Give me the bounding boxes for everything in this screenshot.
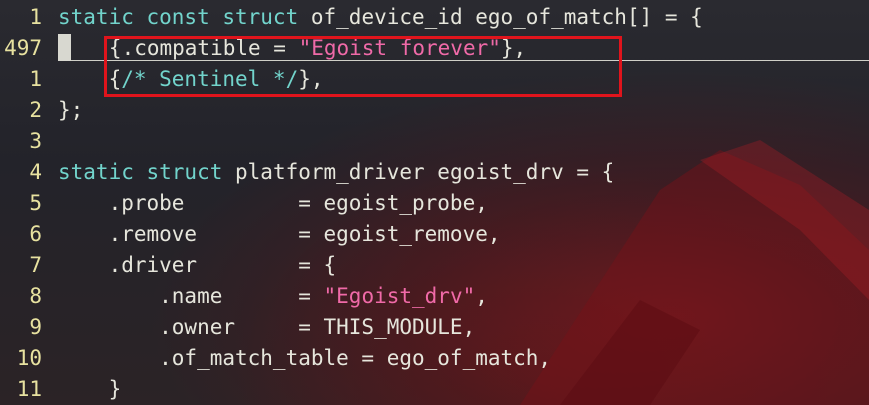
code-token: .remove = egoist_remove,: [58, 222, 501, 246]
code-token: .owner = THIS_MODULE,: [58, 315, 476, 339]
line-number: 1: [29, 67, 42, 91]
keyword-token: static struct: [58, 160, 236, 184]
line-number: 1: [29, 5, 42, 29]
line-number: 8: [29, 284, 42, 308]
code-token: };: [58, 98, 84, 122]
text-cursor: [58, 34, 71, 61]
code-token: .name =: [58, 284, 324, 308]
code-line[interactable]: 6 .remove = egoist_remove,: [0, 219, 501, 250]
code-line[interactable]: 9 .owner = THIS_MODULE,: [0, 312, 475, 343]
code-token: of_device_id ego_of_match[] = {: [310, 5, 703, 29]
highlight-annotation-box: [104, 36, 622, 97]
code-line[interactable]: 2};: [0, 95, 83, 126]
code-token: platform_driver egoist_drv = {: [235, 160, 615, 184]
code-line[interactable]: 1 static const struct of_device_id ego_of…: [0, 2, 703, 33]
line-number: 3: [29, 129, 42, 153]
code-line[interactable]: 5 .probe = egoist_probe,: [0, 188, 488, 219]
line-number: 2: [29, 98, 42, 122]
code-editor[interactable]: 1 static const struct of_device_id ego_of…: [0, 0, 869, 405]
code-line[interactable]: 8 .name = "Egoist_drv",: [0, 281, 488, 312]
code-line[interactable]: 11 }: [0, 374, 122, 405]
line-number: 10: [16, 346, 42, 370]
code-line[interactable]: 3: [0, 126, 58, 157]
code-line[interactable]: 4 static struct platform_driver egoist_dr…: [0, 157, 614, 188]
code-token: .of_match_table = ego_of_match,: [58, 346, 552, 370]
line-number: 4: [29, 160, 42, 184]
code-token: .driver = {: [58, 253, 337, 277]
line-number: 6: [29, 222, 42, 246]
line-number: 7: [29, 253, 42, 277]
line-number: 5: [29, 191, 42, 215]
code-line[interactable]: 7 .driver = {: [0, 250, 336, 281]
code-line[interactable]: 10 .of_match_table = ego_of_match,: [0, 343, 551, 374]
code-token: ,: [475, 284, 488, 308]
string-token: "Egoist_drv": [323, 284, 476, 308]
line-number: 497: [4, 36, 42, 60]
line-number: 11: [16, 377, 42, 401]
code-token: .probe = egoist_probe,: [58, 191, 488, 215]
code-token: }: [58, 377, 122, 401]
line-number: 9: [29, 315, 42, 339]
keyword-token: static const struct: [58, 5, 311, 29]
